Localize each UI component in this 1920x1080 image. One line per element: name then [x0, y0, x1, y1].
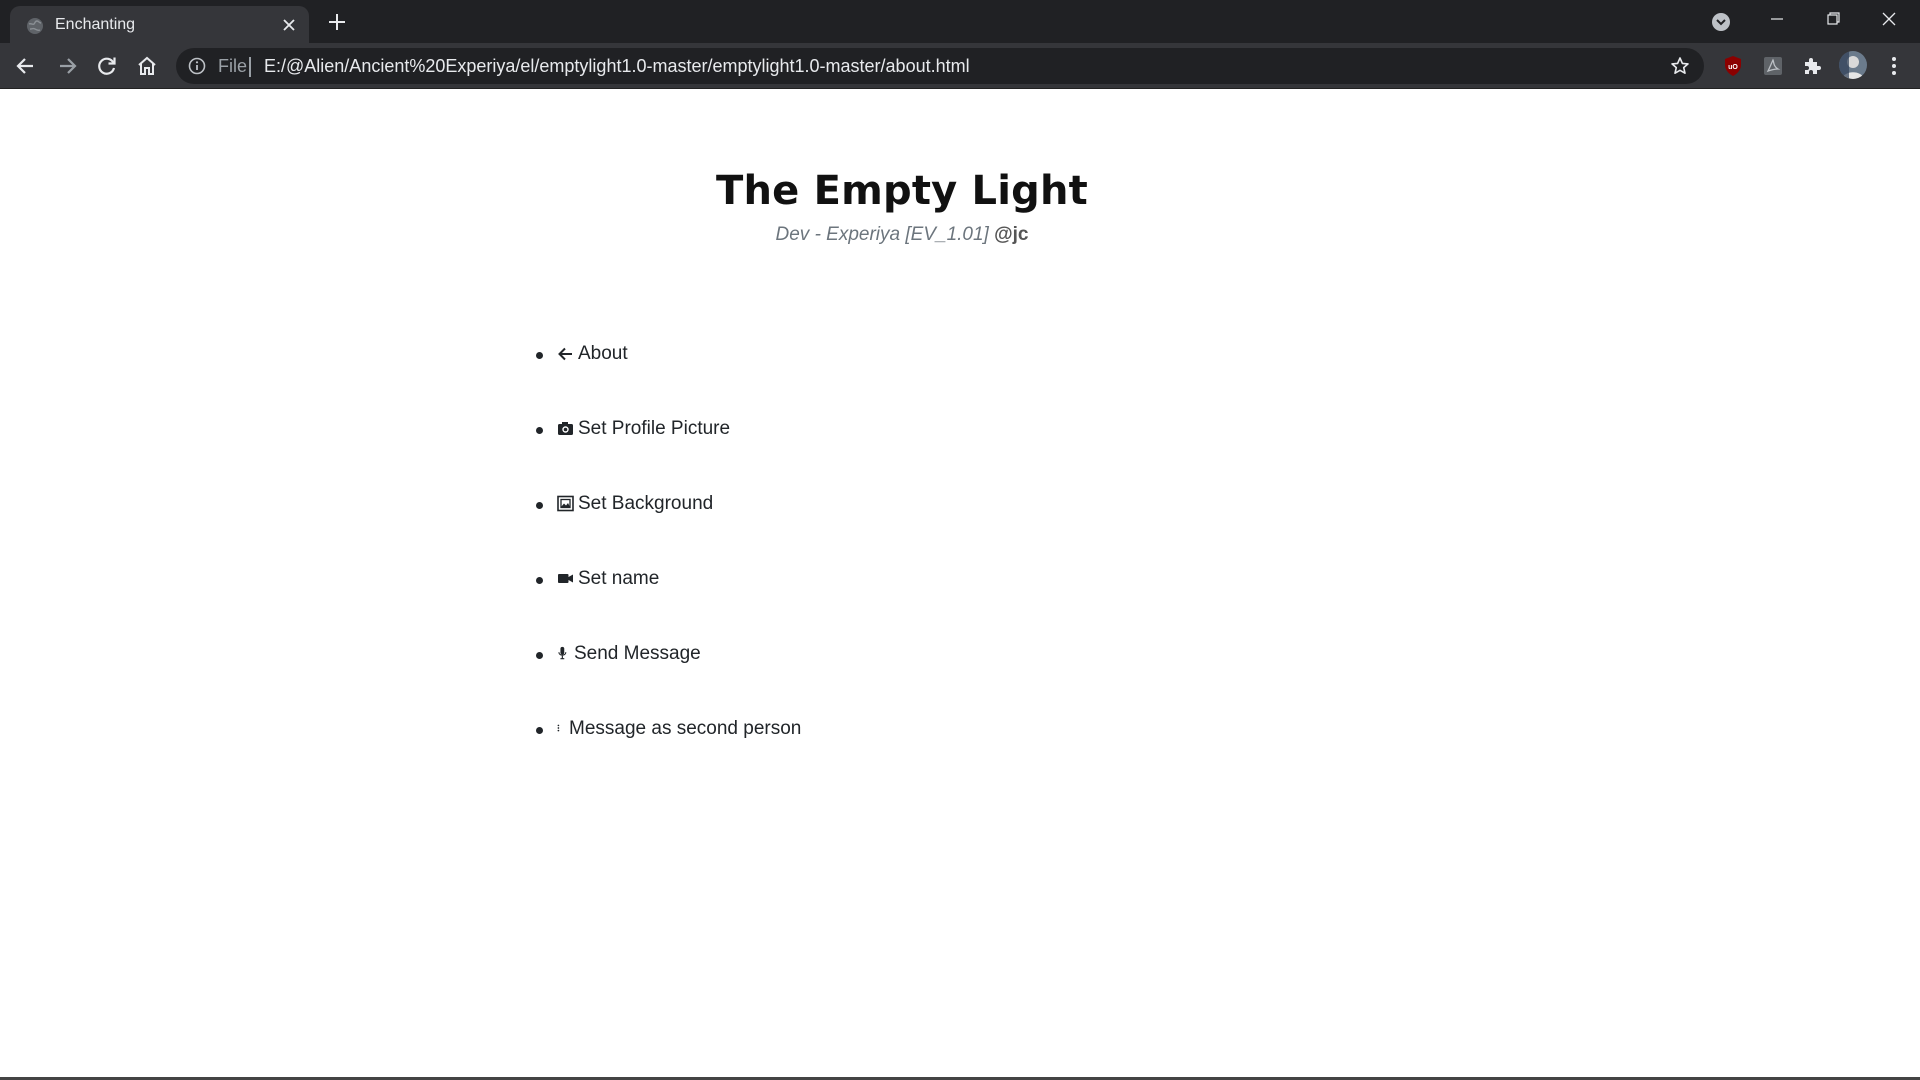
profile-avatar-icon — [1839, 51, 1867, 79]
menu-item-label: Set Background — [578, 493, 714, 514]
browser-tab[interactable]: Enchanting — [10, 6, 309, 43]
menu-item-label: About — [578, 343, 628, 364]
address-bar[interactable]: File E:/@Alien/Ancient%20Experiya/el/emp… — [176, 48, 1704, 84]
arrow-right-icon[interactable] — [54, 53, 80, 79]
bullet — [536, 577, 543, 584]
avatar[interactable] — [1839, 51, 1867, 79]
info-icon[interactable] — [188, 57, 206, 75]
menu-item-about[interactable]: About — [528, 343, 801, 418]
tab-title: Enchanting — [55, 16, 136, 33]
menu-item-label: Send Message — [574, 643, 701, 664]
camera-icon — [558, 422, 573, 435]
window-close-icon[interactable] — [1866, 6, 1912, 32]
menu-item-message-as-second-person[interactable]: Message as second person — [528, 718, 801, 793]
bullet — [536, 727, 543, 734]
star-icon[interactable] — [1670, 56, 1690, 76]
menu-item-label: Message as second person — [569, 718, 802, 739]
scheme-label: File — [218, 56, 248, 76]
reload-icon[interactable] — [94, 53, 120, 79]
url-text[interactable]: E:/@Alien/Ancient%20Experiya/el/emptylig… — [264, 56, 970, 77]
browser-toolbar: File E:/@Alien/Ancient%20Experiya/el/emp… — [0, 43, 1920, 89]
page-title: The Empty Light — [715, 168, 1088, 214]
page-content: The Empty Light Dev - Experiya [EV_1.01]… — [0, 89, 1920, 1080]
restore-icon[interactable] — [1810, 6, 1856, 32]
bullet — [536, 502, 543, 509]
globe-icon — [27, 18, 43, 34]
bullet — [536, 427, 543, 434]
puzzle-icon[interactable] — [1801, 54, 1825, 78]
menu-item-set-name[interactable]: Set name — [528, 568, 801, 643]
menu-item-label: Set Profile Picture — [578, 418, 731, 439]
menu-item-set-profile-picture[interactable]: Set Profile Picture — [528, 418, 801, 493]
tab-strip: Enchanting — [0, 0, 1920, 43]
kebab-menu-icon[interactable] — [1883, 54, 1905, 78]
home-icon[interactable] — [134, 53, 160, 79]
minimize-icon[interactable] — [1754, 6, 1800, 32]
menu-item-label: Set name — [578, 568, 660, 589]
menu-item-send-message[interactable]: Send Message — [528, 643, 801, 718]
video-camera-icon — [558, 574, 573, 583]
tab-search-icon[interactable] — [1710, 11, 1732, 33]
bullet — [536, 352, 543, 359]
close-icon[interactable] — [281, 17, 297, 33]
arrow-left-icon[interactable] — [13, 53, 39, 79]
page-subtitle: Dev - Experiya [EV_1.01] @jc — [0, 224, 1804, 246]
menu-list: About Set Profile Picture Set Background — [528, 343, 801, 793]
svg-text:uO: uO — [1728, 64, 1738, 71]
pdf-icon[interactable] — [1761, 54, 1785, 78]
separator — [249, 57, 251, 77]
ublock-icon[interactable]: uO — [1721, 54, 1745, 78]
version-text: Dev - Experiya [EV_1.01] — [775, 224, 989, 245]
bullet — [536, 652, 543, 659]
author-handle: @jc — [994, 224, 1029, 245]
plus-icon[interactable] — [326, 11, 348, 33]
arrow-left-icon — [558, 347, 572, 361]
image-icon — [557, 495, 574, 512]
menu-item-set-background[interactable]: Set Background — [528, 493, 801, 568]
vertical-ellipsis-icon — [557, 724, 560, 732]
microphone-icon — [558, 646, 567, 660]
